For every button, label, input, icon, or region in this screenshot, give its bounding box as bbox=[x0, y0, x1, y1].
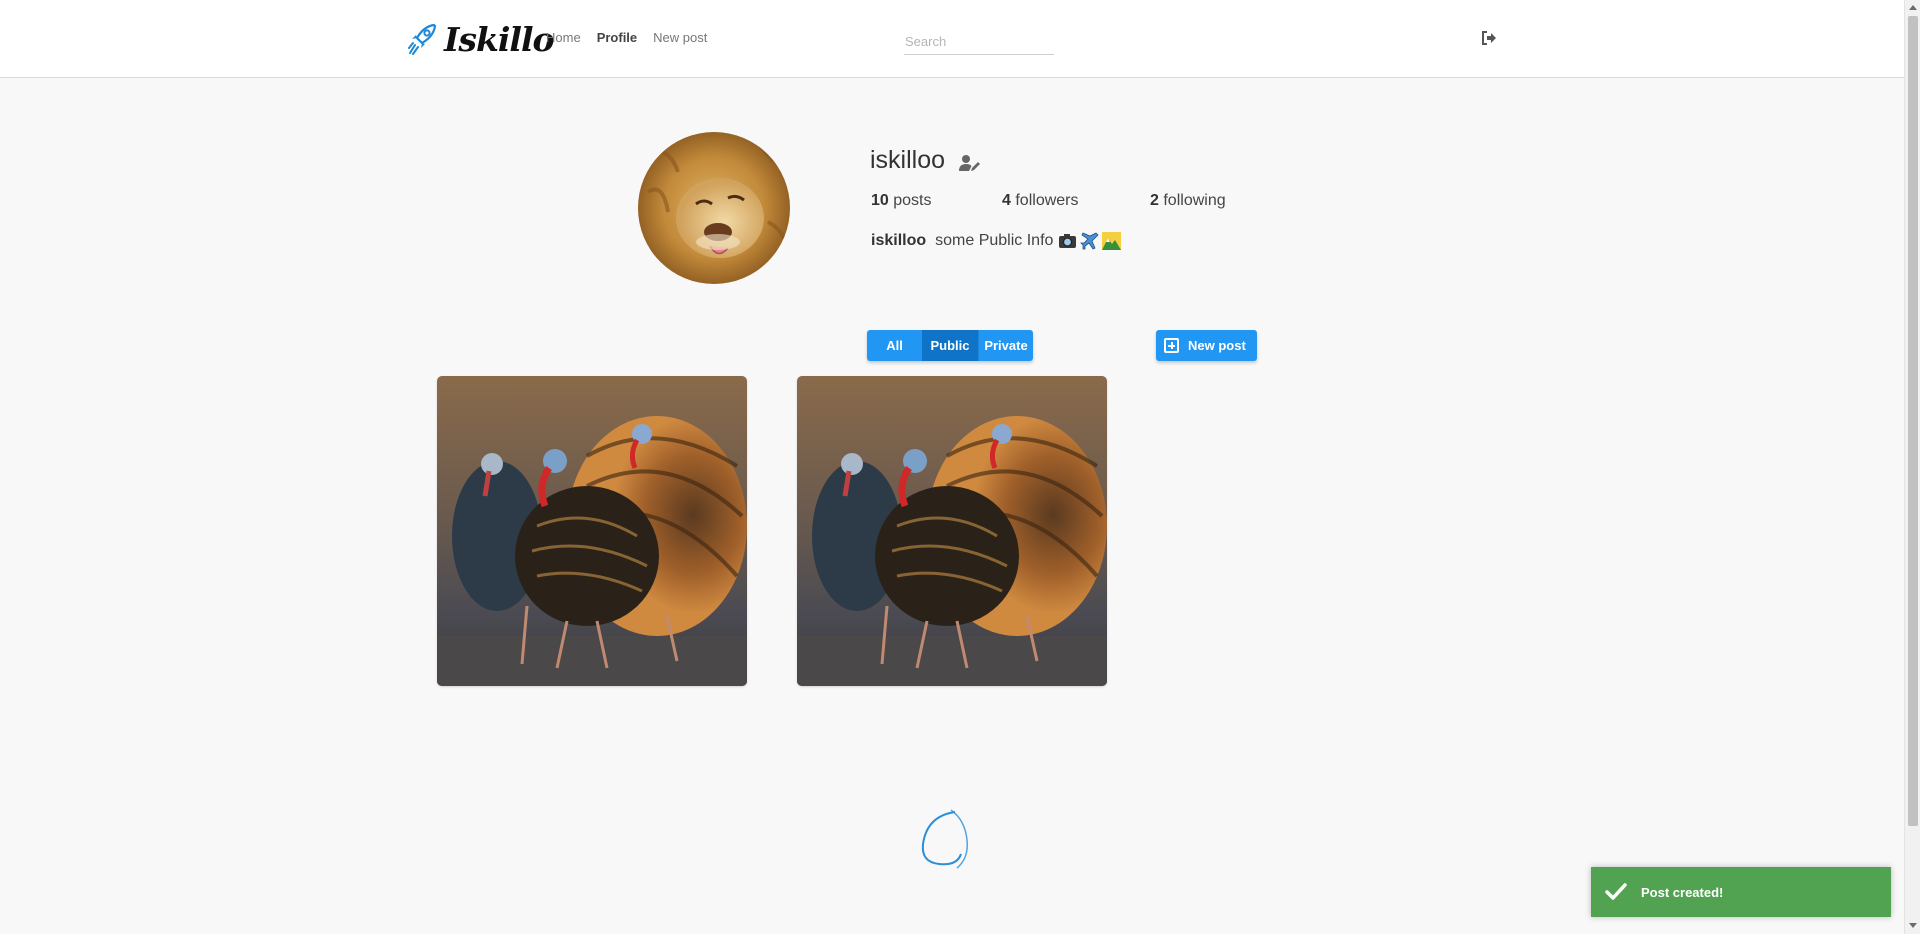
checkmark-icon bbox=[1605, 883, 1627, 900]
new-post-button[interactable]: New post bbox=[1156, 330, 1257, 361]
brand-name: Iskillo bbox=[444, 19, 554, 59]
profile-username-row: iskilloo bbox=[870, 146, 981, 175]
stat-followers[interactable]: 4 followers bbox=[1002, 192, 1150, 210]
scroll-down-arrow[interactable] bbox=[1909, 923, 1917, 928]
bio-name: iskilloo bbox=[871, 232, 927, 249]
brand-logo[interactable]: Iskillo bbox=[408, 19, 554, 59]
plus-square-icon bbox=[1164, 338, 1179, 353]
following-count: 2 bbox=[1150, 192, 1159, 209]
followers-label: followers bbox=[1015, 192, 1079, 209]
stat-posts: 10 posts bbox=[871, 192, 1002, 210]
rocket-icon bbox=[408, 23, 437, 55]
camera-emoji bbox=[1059, 234, 1077, 248]
posts-count: 10 bbox=[871, 192, 889, 209]
post-thumbnail[interactable] bbox=[437, 376, 747, 686]
filter-private-button[interactable]: Private bbox=[978, 330, 1033, 361]
search-container bbox=[904, 28, 1054, 55]
search-input[interactable] bbox=[904, 28, 1054, 54]
airplane-emoji bbox=[1080, 232, 1099, 250]
lion-avatar bbox=[638, 132, 790, 284]
toast-message: Post created! bbox=[1641, 884, 1724, 900]
stat-following[interactable]: 2 following bbox=[1150, 192, 1226, 210]
nav-new-post-link[interactable]: New post bbox=[653, 30, 707, 45]
turkey-photo bbox=[437, 376, 747, 686]
turkey-photo bbox=[797, 376, 1107, 686]
profile-stats: 10 posts 4 followers 2 following bbox=[871, 192, 1226, 210]
bio-emojis bbox=[1058, 232, 1122, 250]
navbar: Iskillo Home Profile New post bbox=[0, 0, 1904, 78]
new-post-label: New post bbox=[1188, 338, 1246, 353]
user-edit-icon[interactable] bbox=[959, 154, 981, 172]
following-label: following bbox=[1163, 192, 1226, 209]
profile-username: iskilloo bbox=[870, 146, 946, 174]
spinner-icon bbox=[921, 809, 969, 869]
bio-text: some Public Info bbox=[935, 232, 1054, 249]
post-filter-group: All Public Private bbox=[867, 330, 1033, 361]
mountain-emoji bbox=[1102, 232, 1122, 250]
profile-avatar bbox=[638, 132, 790, 284]
filter-all-button[interactable]: All bbox=[867, 330, 922, 361]
page-scrollbar[interactable] bbox=[1904, 0, 1920, 934]
filter-public-button[interactable]: Public bbox=[922, 330, 978, 361]
nav-profile-link[interactable]: Profile bbox=[597, 30, 637, 45]
profile-bio: iskilloo some Public Info bbox=[871, 232, 1122, 250]
scroll-thumb[interactable] bbox=[1908, 16, 1918, 826]
main-nav: Home Profile New post bbox=[546, 30, 723, 45]
sign-out-icon[interactable] bbox=[1480, 29, 1498, 47]
posts-label: posts bbox=[893, 192, 932, 209]
nav-home-link[interactable]: Home bbox=[546, 30, 581, 45]
followers-count: 4 bbox=[1002, 192, 1011, 209]
post-thumbnail[interactable] bbox=[797, 376, 1107, 686]
scroll-up-arrow[interactable] bbox=[1909, 5, 1917, 10]
toast-notification[interactable]: Post created! bbox=[1591, 867, 1891, 917]
